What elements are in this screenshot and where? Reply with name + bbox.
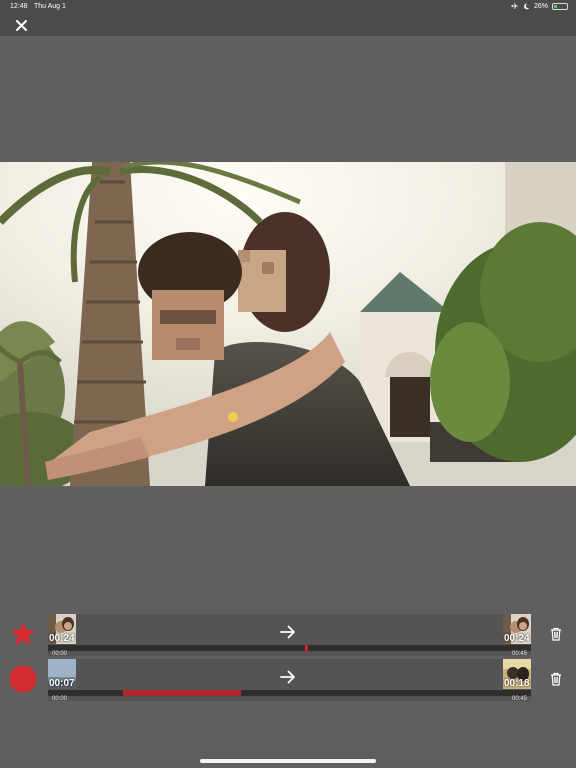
close-icon	[15, 19, 27, 31]
status-time: 12:48	[10, 3, 28, 10]
clip-end-time: 00:24	[504, 633, 530, 644]
selection-marker[interactable]	[304, 645, 308, 652]
timeline-end-label: 00:45	[511, 696, 527, 702]
battery-percent: 26%	[533, 2, 548, 10]
timeline-end-label: 00:45	[511, 651, 527, 657]
clip-end-thumbnail[interactable]: 00:18	[503, 659, 531, 689]
star-icon	[10, 621, 36, 646]
airplane-icon	[511, 3, 518, 9]
clip-start-thumbnail[interactable]: 00:07	[48, 659, 76, 689]
arrow-right-icon	[280, 625, 295, 639]
moon-icon	[524, 3, 530, 9]
status-date: Thu Aug 1	[34, 3, 66, 10]
timeline-scrubber[interactable]	[48, 645, 531, 652]
battery-level	[554, 4, 557, 8]
record-dot-icon	[9, 665, 37, 693]
clip-start-time: 00:24	[49, 633, 75, 644]
record-marker[interactable]	[8, 664, 38, 694]
arrow-right-icon	[280, 670, 295, 684]
photo-image	[0, 162, 576, 486]
clip-panel[interactable]: 00:24 00:24 00:00 00:45	[48, 614, 531, 657]
status-indicators: 26%	[510, 2, 568, 10]
timeline-scrubber[interactable]	[48, 690, 531, 696]
timeline-start-label: 00:00	[52, 651, 68, 657]
clip-end-time: 00:18	[504, 678, 530, 689]
clip-panel[interactable]: 00:07 00:18 00:00 00:45	[48, 659, 531, 702]
favorite-marker[interactable]	[8, 619, 38, 649]
selection-range[interactable]	[123, 690, 242, 696]
close-button[interactable]	[13, 17, 29, 33]
trash-icon[interactable]	[549, 672, 563, 686]
trash-icon[interactable]	[549, 627, 563, 641]
top-bar	[0, 14, 576, 36]
photo-preview	[0, 162, 576, 486]
clip-row: 00:24 00:24 00:00 00:45	[0, 614, 576, 657]
status-bar: 12:48 Thu Aug 1 26%	[0, 0, 576, 14]
clip-start-thumbnail[interactable]: 00:24	[48, 614, 76, 644]
clip-end-thumbnail[interactable]: 00:24	[503, 614, 531, 644]
home-indicator[interactable]	[200, 759, 376, 763]
battery-icon	[552, 2, 568, 10]
timeline-start-label: 00:00	[52, 696, 68, 702]
clip-start-time: 00:07	[49, 678, 75, 689]
clip-row: 00:07 00:18 00:00 00:45	[0, 659, 576, 702]
